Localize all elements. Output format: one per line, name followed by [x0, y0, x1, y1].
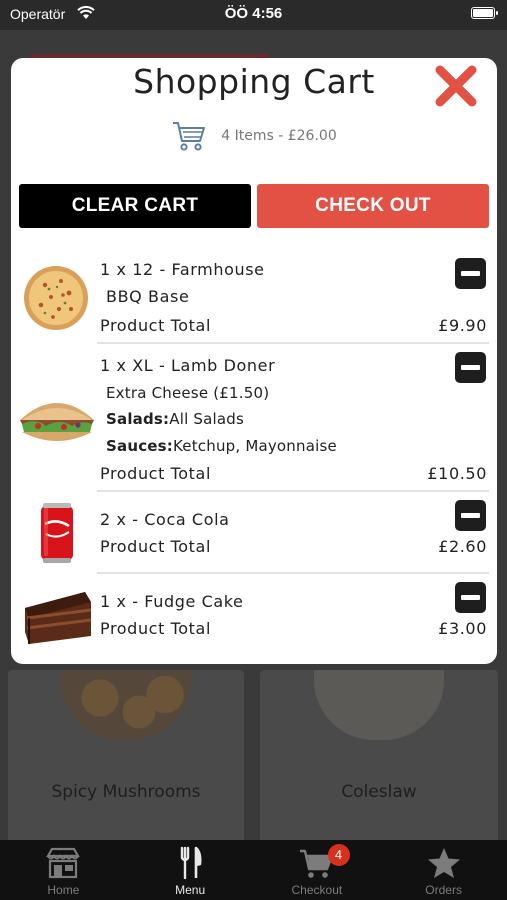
fudge-cake-image [25, 592, 92, 644]
menu-card-label: Coleslaw [341, 782, 417, 802]
coca-cola-can-image [41, 503, 73, 563]
sauces-value: Ketchup, Mayonnaise [173, 437, 337, 455]
tab-label: Home [47, 883, 80, 897]
clock: ÖÖ 4:56 [224, 5, 283, 22]
cutlery-icon [180, 846, 202, 880]
tab-home[interactable]: Home [0, 840, 127, 900]
doner-image [20, 403, 94, 441]
product-total-price: £9.90 [438, 316, 487, 335]
menu-card-label: Spicy Mushrooms [51, 782, 201, 802]
item-option-text: BBQ Base [106, 287, 190, 306]
product-total-label: Product Total [100, 537, 212, 556]
pizza-image [24, 266, 88, 330]
tab-orders[interactable]: Orders [380, 840, 507, 900]
item-name: 1 x XL - Lamb Doner [100, 356, 276, 375]
item-name: 1 x 12 - Farmhouse [100, 260, 265, 279]
modal-title: Shopping Cart [133, 62, 375, 101]
sauces-label: Sauces: [106, 437, 173, 455]
clear-cart-button[interactable]: CLEAR CART [19, 184, 251, 228]
product-total-price: £2.60 [438, 537, 487, 556]
tab-label: Orders [425, 883, 462, 897]
store-icon [46, 847, 81, 879]
product-total-price: £10.50 [427, 464, 487, 483]
remove-item-button[interactable] [455, 258, 486, 289]
salads-label: Salads: [106, 410, 170, 428]
salads-value: All Salads [169, 410, 245, 428]
tab-menu[interactable]: Menu [127, 840, 254, 900]
remove-item-button[interactable] [455, 500, 486, 531]
star-icon [427, 848, 460, 878]
shopping-cart-modal: Shopping Cart 4 Items - £26.00 CLEAR CAR… [11, 58, 497, 664]
checkout-badge: 4 [327, 844, 350, 866]
item-extra: Extra Cheese (£1.50) [106, 384, 270, 402]
close-icon[interactable] [434, 64, 478, 108]
check-out-button[interactable]: CHECK OUT [257, 184, 489, 228]
item-salads: Salads:All Salads [106, 410, 244, 428]
product-total-price: £3.00 [438, 619, 487, 638]
remove-item-button[interactable] [455, 352, 486, 383]
tab-label: Menu [175, 883, 206, 897]
cart-summary-text: 4 Items - £26.00 [221, 128, 337, 144]
menu-card-image [61, 670, 191, 740]
cart-item-farmhouse: 1 x 12 - Farmhouse BBQ Base Product Tota… [11, 248, 497, 344]
cart-icon [173, 122, 206, 151]
cart-item-lamb-doner: 1 x XL - Lamb Doner Extra Cheese (£1.50)… [11, 344, 497, 490]
tab-label: Checkout [291, 883, 343, 897]
menu-card-image [314, 670, 444, 740]
product-total-label: Product Total [100, 316, 212, 335]
item-name: 1 x - Fudge Cake [100, 592, 244, 611]
cart-item-coca-cola: 2 x - Coca Cola Product Total £2.60 [11, 492, 497, 572]
status-bar: Operatör ÖÖ 4:56 [0, 0, 507, 30]
item-sauces: Sauces:Ketchup, Mayonnaise [106, 437, 337, 455]
remove-item-button[interactable] [455, 582, 486, 613]
product-total-label: Product Total [100, 619, 212, 638]
cart-item-fudge-cake: 1 x - Fudge Cake Product Total £3.00 [11, 574, 497, 664]
item-name: 2 x - Coca Cola [100, 510, 230, 529]
battery-icon [471, 7, 498, 19]
item-option: BBQ Base [106, 287, 189, 306]
tab-checkout[interactable]: 4 Checkout [254, 840, 381, 900]
tab-bar: Home Menu 4 Checkout Orders [0, 840, 507, 900]
product-total-label: Product Total [100, 464, 212, 483]
cart-summary: 4 Items - £26.00 [11, 118, 497, 154]
